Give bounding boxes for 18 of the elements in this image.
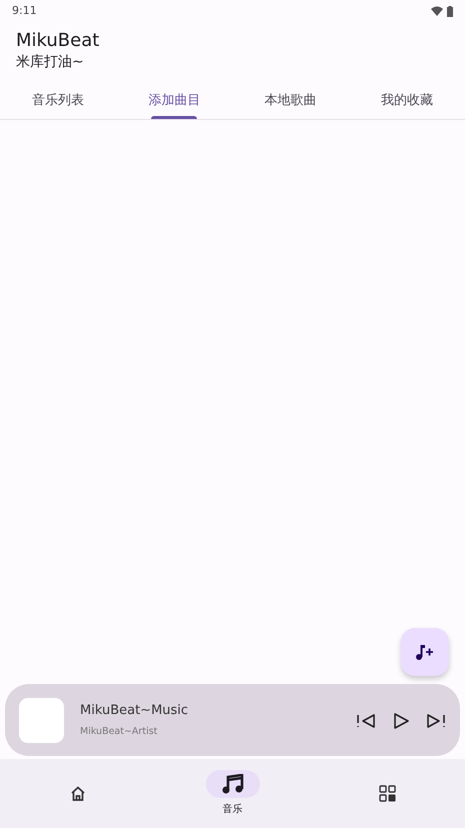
- tab[interactable]: 本地歌曲: [232, 82, 349, 120]
- home-icon: [70, 786, 86, 801]
- music-icon: [222, 774, 244, 794]
- status-time: 9:11: [12, 2, 37, 19]
- tab[interactable]: 添加曲目: [116, 82, 232, 120]
- tab[interactable]: 我的收藏: [348, 82, 465, 120]
- app-subtitle: 米库打油~: [16, 52, 85, 72]
- track-title: MikuBeat~Music: [80, 702, 190, 720]
- add-music-button[interactable]: [401, 628, 449, 676]
- music-add-icon: [416, 644, 434, 660]
- wifi-icon: [431, 6, 443, 16]
- app-title: MikuBeat: [16, 30, 100, 52]
- tab[interactable]: 音乐列表: [0, 82, 116, 120]
- battery-icon: [447, 6, 453, 16]
- nav-label: 音乐: [222, 802, 242, 817]
- album-art: [19, 698, 64, 742]
- apps-icon: [379, 785, 396, 802]
- track-artist: MikuBeat~Artist: [80, 724, 158, 739]
